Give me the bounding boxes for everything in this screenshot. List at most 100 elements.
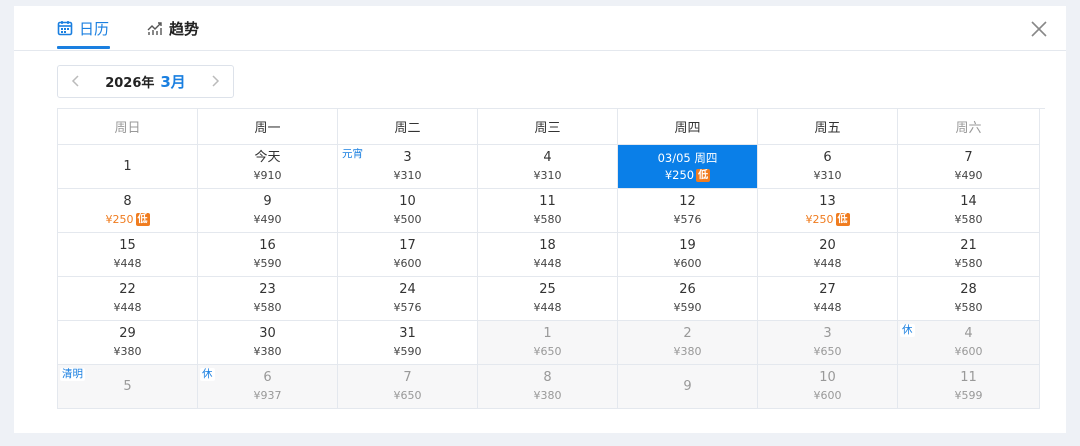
day-price: ¥650 — [394, 388, 422, 403]
day-cell[interactable]: 27 ¥448 — [758, 277, 898, 321]
close-icon[interactable] — [1030, 20, 1048, 38]
price-value: ¥448 — [813, 257, 842, 270]
weekday-header-cell: 周一 — [198, 109, 338, 145]
price-value: ¥250 — [664, 168, 695, 182]
tab-calendar[interactable]: 日历 — [57, 6, 109, 50]
day-cell[interactable]: 13 ¥250 低 — [758, 189, 898, 233]
day-cell[interactable]: 22 ¥448 — [58, 277, 198, 321]
day-price: ¥576 — [674, 212, 702, 227]
day-number: 31 — [399, 326, 416, 341]
week-row: 8 ¥250 低 9 ¥490 10 ¥500 11 ¥580 12 ¥576 13 ¥250 低 14 ¥5… — [58, 189, 1045, 233]
day-cell[interactable]: 26 ¥590 — [618, 277, 758, 321]
day-number: 12 — [679, 194, 696, 209]
price-value: ¥580 — [954, 257, 983, 270]
day-cell[interactable]: 休 6 ¥937 — [198, 365, 338, 409]
day-cell[interactable]: 20 ¥448 — [758, 233, 898, 277]
day-cell[interactable]: 15 ¥448 — [58, 233, 198, 277]
day-cell[interactable]: 25 ¥448 — [478, 277, 618, 321]
price-value: ¥590 — [253, 257, 282, 270]
day-cell[interactable]: 23 ¥580 — [198, 277, 338, 321]
price-value: ¥580 — [253, 301, 282, 314]
day-cell[interactable]: 1 — [58, 145, 198, 189]
calendar-weeks: 1 今天 ¥910 元宵 3 ¥310 4 ¥310 03/05 周四 ¥250 低 6 ¥310 7 ¥4… — [58, 145, 1045, 409]
day-price: ¥490 — [955, 168, 983, 183]
price-value: ¥448 — [113, 301, 142, 314]
day-cell[interactable]: 清明 5 — [58, 365, 198, 409]
day-cell-selected[interactable]: 03/05 周四 ¥250 低 — [618, 145, 758, 189]
day-number: 30 — [259, 326, 276, 341]
price-value: ¥380 — [673, 345, 702, 358]
day-cell[interactable]: 11 ¥599 — [898, 365, 1040, 409]
day-cell[interactable]: 4 ¥310 — [478, 145, 618, 189]
price-value: ¥310 — [393, 169, 422, 182]
price-value: ¥310 — [813, 169, 842, 182]
low-price-badge: 低 — [135, 213, 150, 226]
weekday-header-cell: 周三 — [478, 109, 618, 145]
day-cell[interactable]: 17 ¥600 — [338, 233, 478, 277]
price-value: ¥580 — [533, 213, 562, 226]
day-number: 4 — [543, 150, 552, 165]
day-number: 16 — [259, 238, 276, 253]
day-cell[interactable]: 19 ¥600 — [618, 233, 758, 277]
tab-bar: 日历 趋势 — [14, 6, 1066, 51]
day-number: 21 — [960, 238, 977, 253]
day-cell[interactable]: 29 ¥380 — [58, 321, 198, 365]
day-cell[interactable]: 31 ¥590 — [338, 321, 478, 365]
day-cell[interactable]: 7 ¥490 — [898, 145, 1040, 189]
day-price: ¥310 — [394, 168, 422, 183]
day-cell[interactable]: 24 ¥576 — [338, 277, 478, 321]
day-cell[interactable]: 2 ¥380 — [618, 321, 758, 365]
month-selector: 2026年 3月 — [57, 65, 234, 98]
day-cell[interactable]: 休 4 ¥600 — [898, 321, 1040, 365]
day-cell[interactable]: 9 ¥490 — [198, 189, 338, 233]
day-number: 1 — [543, 326, 552, 341]
day-cell[interactable]: 14 ¥580 — [898, 189, 1040, 233]
day-cell[interactable]: 10 ¥600 — [758, 365, 898, 409]
day-cell[interactable]: 11 ¥580 — [478, 189, 618, 233]
price-value: ¥380 — [113, 345, 142, 358]
price-value: ¥448 — [533, 301, 562, 314]
day-price: ¥650 — [534, 344, 562, 359]
day-cell[interactable]: 1 ¥650 — [478, 321, 618, 365]
tab-trend[interactable]: 趋势 — [147, 6, 199, 50]
day-number: 3 — [823, 326, 832, 341]
day-price: ¥380 — [534, 388, 562, 403]
month-value[interactable]: 3月 — [160, 71, 185, 92]
day-cell[interactable]: 9 — [618, 365, 758, 409]
day-price: ¥910 — [254, 168, 282, 183]
weekday-header-cell: 周二 — [338, 109, 478, 145]
holiday-tag: 清明 — [60, 368, 85, 381]
day-number: 9 — [683, 378, 692, 394]
day-number: 29 — [119, 326, 136, 341]
day-cell[interactable]: 28 ¥580 — [898, 277, 1040, 321]
day-price: ¥448 — [534, 300, 562, 315]
day-cell[interactable]: 21 ¥580 — [898, 233, 1040, 277]
day-cell[interactable]: 8 ¥380 — [478, 365, 618, 409]
day-price: ¥380 — [674, 344, 702, 359]
day-cell[interactable]: 今天 ¥910 — [198, 145, 338, 189]
day-cell[interactable]: 10 ¥500 — [338, 189, 478, 233]
day-price: ¥937 — [254, 388, 282, 403]
price-value: ¥650 — [533, 345, 562, 358]
chevron-right-icon[interactable] — [205, 71, 225, 91]
day-cell[interactable]: 12 ¥576 — [618, 189, 758, 233]
day-cell[interactable]: 6 ¥310 — [758, 145, 898, 189]
day-price: ¥600 — [955, 344, 983, 359]
day-number: 11 — [539, 194, 556, 209]
day-cell[interactable]: 18 ¥448 — [478, 233, 618, 277]
day-cell[interactable]: 3 ¥650 — [758, 321, 898, 365]
day-cell[interactable]: 16 ¥590 — [198, 233, 338, 277]
day-number: 11 — [960, 370, 977, 385]
day-number: 23 — [259, 282, 276, 297]
day-cell[interactable]: 元宵 3 ¥310 — [338, 145, 478, 189]
day-price: ¥500 — [394, 212, 422, 227]
day-cell[interactable]: 30 ¥380 — [198, 321, 338, 365]
day-price: ¥580 — [254, 300, 282, 315]
price-value: ¥448 — [533, 257, 562, 270]
day-number: 7 — [403, 370, 412, 385]
day-price: ¥448 — [114, 300, 142, 315]
day-cell[interactable]: 8 ¥250 低 — [58, 189, 198, 233]
holiday-tag: 元宵 — [340, 148, 365, 161]
day-cell[interactable]: 7 ¥650 — [338, 365, 478, 409]
price-value: ¥448 — [113, 257, 142, 270]
